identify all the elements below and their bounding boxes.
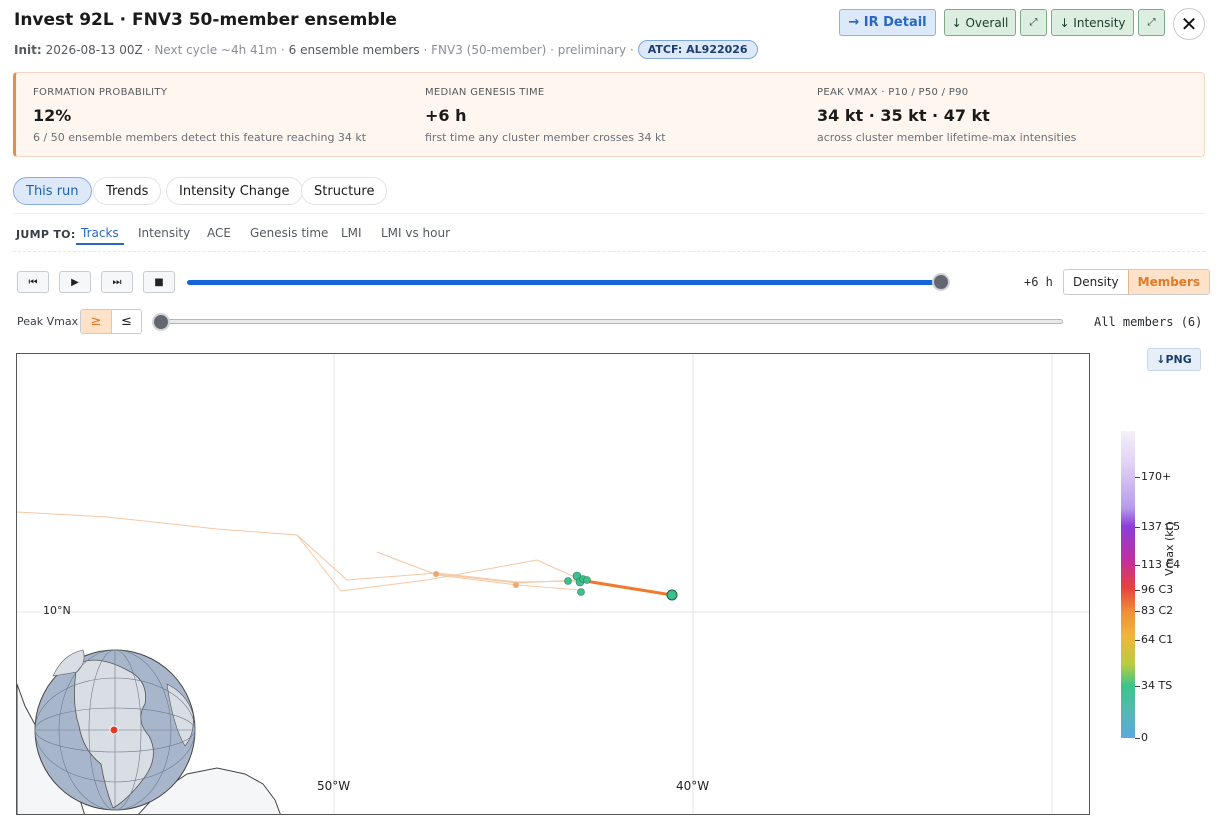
time-readout: +6 h: [1024, 275, 1053, 289]
members-readout: All members (6): [1094, 315, 1203, 329]
colorbar-label-96: 96 C3: [1141, 583, 1174, 596]
lon-label-50w: 50°W: [317, 779, 351, 793]
genesis-stat: MEDIAN GENESIS TIME +6 h first time any …: [425, 87, 666, 144]
first-frame-icon[interactable]: ⏮: [17, 271, 49, 293]
formation-value: 12%: [33, 106, 72, 125]
colorbar-label-0: 0: [1141, 731, 1148, 744]
expand-overall-icon[interactable]: ⤢: [1020, 9, 1047, 36]
genesis-value: +6 h: [425, 106, 467, 125]
colorbar-label-83: 83 C2: [1141, 604, 1174, 617]
next-frame-icon[interactable]: ⏭: [101, 271, 133, 293]
stop-icon[interactable]: ■: [143, 271, 175, 293]
vmax-stat: PEAK VMAX · P10 / P50 / P90 34 kt · 35 k…: [817, 87, 1076, 144]
members-mode-button[interactable]: Members: [1127, 270, 1209, 294]
peak-vmax-label: Peak Vmax: [17, 315, 79, 328]
member-point-6: [577, 588, 585, 596]
less-equal-button[interactable]: ≤: [111, 310, 141, 333]
active-track: [578, 578, 673, 597]
vmax-slider[interactable]: [160, 319, 1063, 324]
lead-member-point: [666, 589, 678, 601]
track-map[interactable]: [16, 353, 1090, 815]
formation-note: 6 / 50 ensemble members detect this feat…: [33, 131, 367, 144]
formation-label: FORMATION PROBABILITY: [33, 87, 168, 98]
track-member-1: [17, 511, 579, 583]
jump-lmi[interactable]: LMI: [341, 226, 362, 244]
colorbar-tick-113: [1135, 565, 1140, 566]
init-label: Init:: [14, 42, 42, 57]
jump-to-label: JUMP TO:: [16, 228, 76, 241]
vmax-label-stat: PEAK VMAX · P10 / P50 / P90: [817, 87, 969, 98]
tab-intensity-change[interactable]: Intensity Change: [166, 177, 303, 205]
vmax-note: across cluster member lifetime-max inten…: [817, 131, 1077, 144]
colorbar-tick-96: [1135, 590, 1140, 591]
lon-label-40w: 40°W: [676, 779, 710, 793]
init-value: 2026-08-13 00Z: [45, 42, 143, 57]
colorbar-tick-137: [1135, 527, 1140, 528]
track-member-2: [296, 534, 580, 592]
tab-this-run[interactable]: This run: [13, 177, 92, 205]
colorbar-label-34: 34 TS: [1141, 679, 1173, 692]
tabs-divider: [13, 213, 1205, 214]
genesis-label: MEDIAN GENESIS TIME: [425, 87, 545, 98]
ir-detail-button[interactable]: → IR Detail: [839, 9, 936, 36]
vmax-value: 34 kt · 35 kt · 47 kt: [817, 106, 990, 125]
atcf-badge: ATCF: AL922026: [637, 40, 758, 59]
formation-stat: FORMATION PROBABILITY 12% 6 / 50 ensembl…: [33, 87, 366, 144]
colorbar-tick-34: [1135, 686, 1140, 687]
member-point-1: [564, 577, 572, 585]
download-overall-button[interactable]: ↓ Overall: [944, 9, 1016, 36]
next-cycle-text: · Next cycle ~4h 41m ·: [146, 42, 285, 57]
colorbar-label-64: 64 C1: [1141, 633, 1174, 646]
vmax-colorbar: [1121, 431, 1135, 738]
model-note: · FNV3 (50-member) · preliminary ·: [423, 42, 634, 57]
expand-intensity-icon[interactable]: ⤢: [1138, 9, 1165, 36]
tab-structure[interactable]: Structure: [301, 177, 388, 205]
colorbar-tick-0: [1135, 738, 1140, 739]
colorbar-label-170: 170+: [1141, 470, 1172, 483]
vmax-slider-thumb[interactable]: [152, 313, 170, 331]
genesis-note: first time any cluster member crosses 34…: [425, 131, 666, 144]
member-positions: [564, 571, 591, 596]
download-intensity-button[interactable]: ↓ Intensity: [1051, 9, 1134, 36]
download-png-button[interactable]: ↓PNG: [1147, 348, 1201, 371]
track-point-2: [513, 582, 519, 588]
time-slider[interactable]: [187, 280, 941, 285]
vmax-comparator-toggle: ≥ ≤: [80, 309, 142, 334]
lat-label-10n: 10°N: [43, 604, 71, 617]
view-mode-toggle: Density Members: [1063, 269, 1210, 295]
globe-inset: [34, 649, 196, 811]
members-count: 6 ensemble members: [288, 42, 420, 57]
member-tracks: [17, 511, 581, 592]
play-icon[interactable]: ▶: [59, 271, 91, 293]
jump-tracks[interactable]: Tracks: [76, 226, 124, 245]
colorbar-tick-170: [1135, 477, 1140, 478]
jump-divider: [13, 251, 1205, 252]
track-point-1: [433, 571, 439, 577]
run-metadata: Init: 2026-08-13 00Z · Next cycle ~4h 41…: [14, 40, 758, 59]
page-title: Invest 92L · FNV3 50-member ensemble: [14, 10, 397, 30]
colorbar-title: Vmax (kt): [1163, 521, 1176, 576]
jump-intensity[interactable]: Intensity: [138, 226, 190, 244]
close-icon[interactable]: ✕: [1173, 8, 1205, 40]
greater-equal-button[interactable]: ≥: [81, 310, 111, 333]
jump-genesis-time[interactable]: Genesis time: [250, 226, 328, 244]
time-slider-thumb[interactable]: [932, 273, 950, 291]
jump-lmi-vs-hour[interactable]: LMI vs hour: [381, 226, 450, 244]
tab-trends[interactable]: Trends: [93, 177, 162, 205]
track-map-canvas: [17, 354, 1089, 814]
member-point-5: [583, 576, 591, 584]
colorbar-tick-64: [1135, 640, 1140, 641]
summary-panel: FORMATION PROBABILITY 12% 6 / 50 ensembl…: [13, 72, 1205, 157]
density-mode-button[interactable]: Density: [1064, 270, 1128, 294]
jump-ace[interactable]: ACE: [207, 226, 231, 244]
colorbar-tick-83: [1135, 611, 1140, 612]
